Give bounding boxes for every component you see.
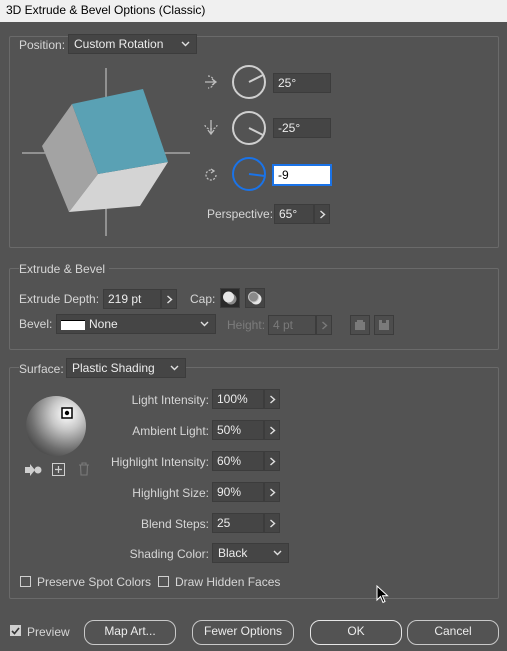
- blend-steps-label: Blend Steps:: [140, 517, 209, 531]
- cap-on-icon: [223, 291, 237, 305]
- chevron-down-icon: [200, 321, 209, 327]
- shading-color-label: Shading Color:: [129, 547, 209, 561]
- preserve-spot-colors-label: Preserve Spot Colors: [37, 575, 152, 589]
- bevel-in-icon: [379, 320, 389, 330]
- bevel-label: Bevel:: [19, 317, 53, 331]
- window-title: 3D Extrude & Bevel Options (Classic): [0, 0, 507, 22]
- z-axis-rotate-icon: [205, 168, 217, 181]
- bevel-out-icon: [355, 320, 365, 330]
- bevel-in-button: [374, 315, 394, 335]
- chevron-down-icon: [170, 365, 179, 371]
- chevron-right-icon: [319, 209, 326, 219]
- cap-on-button[interactable]: [220, 288, 240, 308]
- chevron-right-icon: [269, 425, 276, 435]
- surface-dropdown[interactable]: Plastic Shading: [66, 358, 186, 378]
- extrude-depth-input[interactable]: 219 pt: [103, 289, 161, 309]
- shading-color-value: Black: [218, 546, 248, 560]
- perspective-label: Perspective:: [207, 207, 274, 221]
- extrude-depth-label: Extrude Depth:: [19, 292, 100, 306]
- move-light-back-icon[interactable]: [24, 463, 42, 477]
- chevron-right-icon: [269, 487, 276, 497]
- position-preset-value: Custom Rotation: [74, 37, 164, 51]
- fewer-options-button[interactable]: Fewer Options: [192, 620, 294, 645]
- preview-checkbox[interactable]: [10, 625, 21, 636]
- y-rotation-dial[interactable]: [231, 110, 267, 146]
- cap-label: Cap:: [190, 292, 216, 306]
- chevron-right-icon: [166, 294, 173, 304]
- perspective-input[interactable]: 65°: [274, 204, 314, 224]
- highlight-intensity-slider-button[interactable]: [264, 451, 280, 471]
- chevron-right-icon: [269, 394, 276, 404]
- bevel-value: None: [89, 317, 118, 331]
- delete-light-icon: [79, 462, 89, 476]
- draw-hidden-faces-label: Draw Hidden Faces: [175, 575, 281, 589]
- lighting-sphere[interactable]: [24, 394, 88, 458]
- z-rotation-dial[interactable]: [231, 156, 267, 192]
- chevron-right-icon: [321, 320, 328, 330]
- new-light-icon[interactable]: [52, 463, 65, 476]
- bevel-dropdown[interactable]: None: [56, 314, 216, 334]
- position-preset-dropdown[interactable]: Custom Rotation: [68, 34, 197, 54]
- surface-label: Surface:: [19, 361, 67, 377]
- z-rotation-input[interactable]: -9: [272, 164, 332, 186]
- highlight-size-slider-button[interactable]: [264, 482, 280, 502]
- highlight-size-input[interactable]: 90%: [212, 482, 264, 502]
- highlight-size-label: Highlight Size:: [132, 486, 209, 500]
- extrude-bevel-title: Extrude & Bevel: [19, 261, 110, 277]
- blend-steps-input[interactable]: 25: [212, 513, 264, 533]
- height-label: Height:: [227, 318, 266, 332]
- cancel-button[interactable]: Cancel: [407, 620, 499, 645]
- highlight-intensity-input[interactable]: 60%: [212, 451, 264, 471]
- chevron-right-icon: [269, 456, 276, 466]
- light-intensity-input[interactable]: 100%: [212, 389, 264, 409]
- preview-label: Preview: [27, 625, 70, 639]
- chevron-right-icon: [269, 518, 276, 528]
- light-intensity-label: Light Intensity:: [131, 393, 209, 407]
- height-slider-button: [316, 315, 332, 335]
- x-rotation-dial[interactable]: [231, 64, 267, 100]
- x-axis-rotate-icon: [205, 75, 218, 89]
- light-intensity-slider-button[interactable]: [264, 389, 280, 409]
- ambient-light-slider-button[interactable]: [264, 420, 280, 440]
- chevron-down-icon: [273, 550, 282, 556]
- y-rotation-input[interactable]: -25°: [273, 118, 331, 138]
- blend-steps-slider-button[interactable]: [264, 513, 280, 533]
- height-input: 4 pt: [268, 315, 316, 335]
- bevel-swatch: [61, 319, 85, 330]
- ok-button[interactable]: OK: [310, 620, 402, 645]
- mouse-cursor-icon: [376, 585, 389, 604]
- extrude-depth-slider-button[interactable]: [161, 289, 177, 309]
- map-art-button[interactable]: Map Art...: [84, 620, 176, 645]
- surface-value: Plastic Shading: [72, 361, 155, 375]
- preserve-spot-colors-checkbox[interactable]: [20, 576, 31, 587]
- draw-hidden-faces-checkbox[interactable]: [158, 576, 169, 587]
- checkmark-icon: [11, 626, 20, 635]
- highlight-intensity-label: Highlight Intensity:: [110, 455, 209, 469]
- cap-off-button[interactable]: [245, 288, 265, 308]
- x-rotation-input[interactable]: 25°: [273, 73, 331, 93]
- ambient-light-input[interactable]: 50%: [212, 420, 264, 440]
- chevron-down-icon: [181, 41, 190, 47]
- rotation-cube-track[interactable]: [20, 66, 192, 238]
- cap-off-icon: [248, 291, 262, 305]
- extrude-bevel-panel: [9, 268, 499, 350]
- y-axis-rotate-icon: [204, 120, 218, 136]
- position-label: Position:: [19, 38, 66, 52]
- ambient-light-label: Ambient Light:: [132, 424, 209, 438]
- shading-color-dropdown[interactable]: Black: [212, 543, 289, 563]
- bevel-out-button: [350, 315, 370, 335]
- perspective-slider-button[interactable]: [314, 204, 330, 224]
